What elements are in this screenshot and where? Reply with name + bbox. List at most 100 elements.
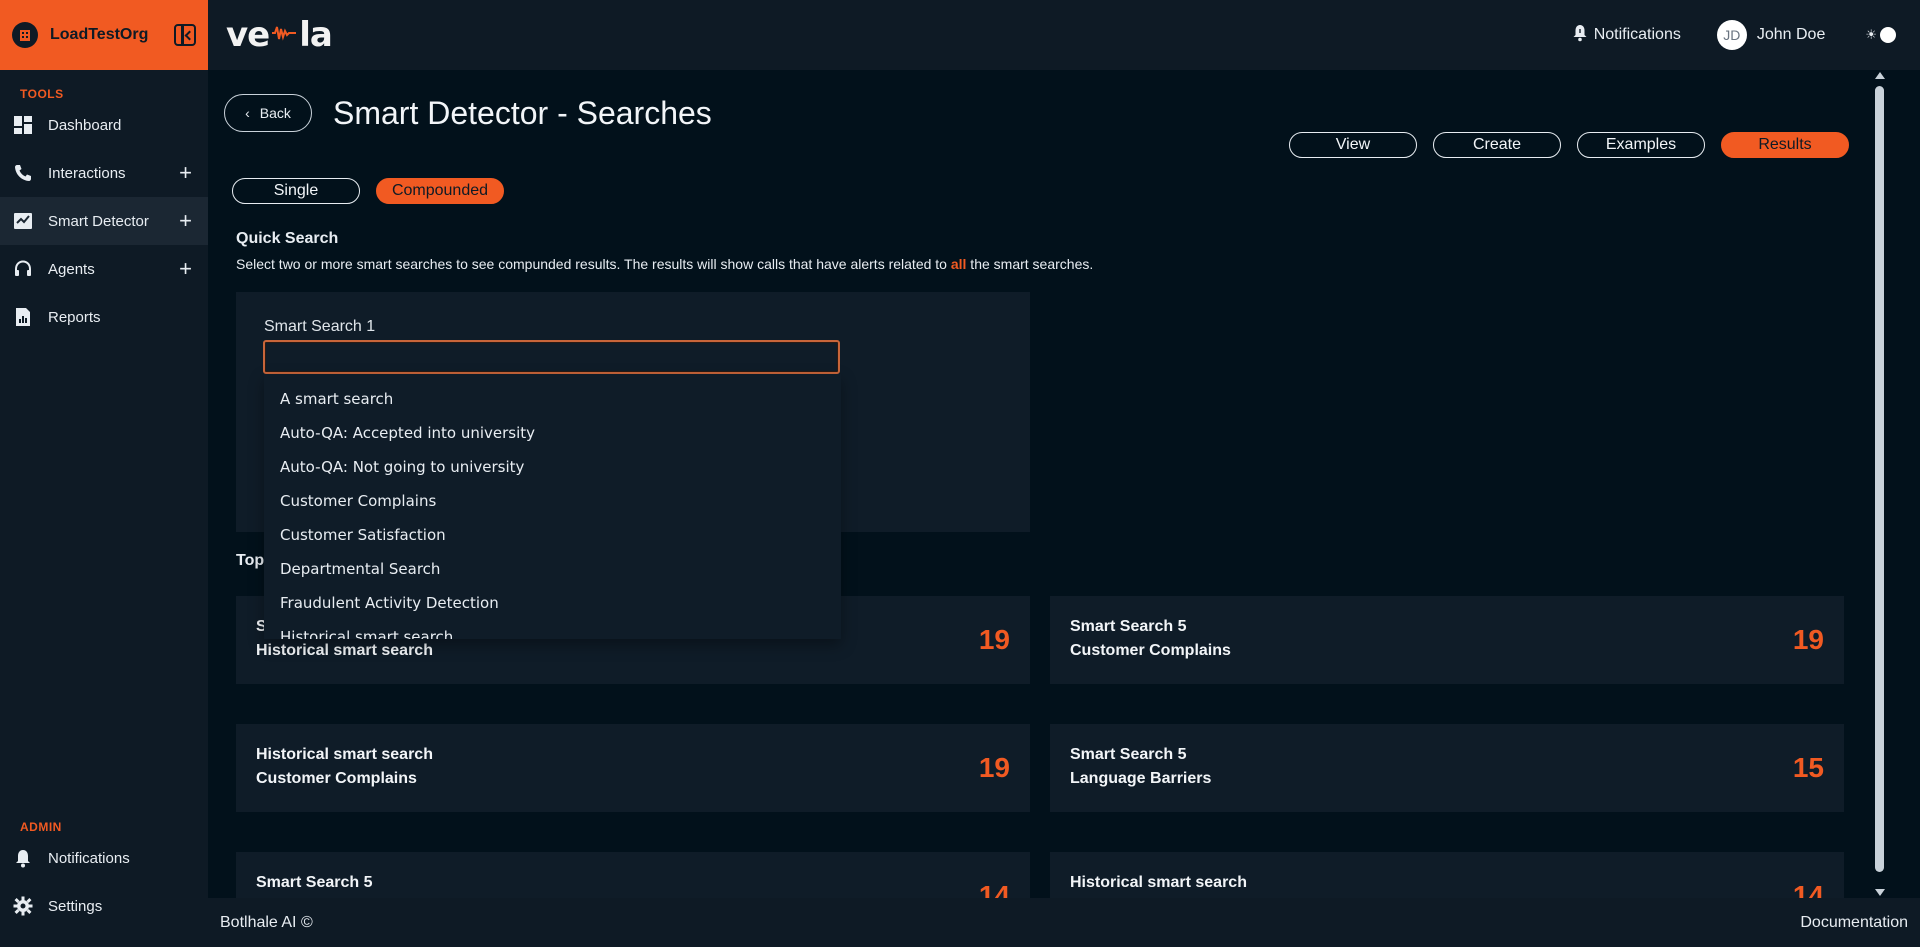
toggle-knob	[1880, 27, 1896, 43]
sidebar-item-dashboard[interactable]: Dashboard	[0, 101, 208, 149]
result-line2: Customer Complains	[1070, 642, 1231, 659]
dropdown-option[interactable]: Auto-QA: Accepted into university	[264, 416, 841, 450]
phone-icon	[12, 162, 34, 184]
result-line2: Language Barriers	[1070, 770, 1212, 787]
org-header[interactable]: LoadTestOrg	[0, 0, 208, 70]
desc-highlight: all	[950, 256, 967, 272]
smart-search-1-label: Smart Search 1	[264, 318, 376, 335]
result-count: 19	[1792, 624, 1824, 655]
dropdown-option[interactable]: A smart search	[264, 382, 841, 416]
result-count: 15	[1792, 752, 1824, 783]
back-label: Back	[259, 105, 291, 121]
result-line1: Smart Search 5	[1070, 746, 1187, 763]
scroll-up-arrow-icon[interactable]	[1875, 72, 1885, 79]
dropdown-option[interactable]: Customer Satisfaction	[264, 518, 841, 552]
collapse-sidebar-icon[interactable]	[174, 24, 196, 46]
result-count: 14	[1792, 880, 1824, 898]
bell-icon	[12, 847, 34, 869]
sidebar-item-label: Smart Detector	[48, 212, 149, 230]
result-card[interactable]: Historical smart search Customer Complai…	[236, 724, 1030, 812]
tools-section-title: TOOLS	[20, 87, 64, 101]
dropdown-option[interactable]: Departmental Search	[264, 552, 841, 586]
gear-icon	[12, 895, 34, 917]
quick-search-title: Quick Search	[236, 230, 339, 247]
theme-toggle[interactable]: ☀	[1865, 27, 1896, 43]
user-menu[interactable]: JD John Doe	[1716, 20, 1826, 50]
expand-plus-icon[interactable]: +	[179, 160, 192, 186]
building-icon	[12, 22, 38, 48]
vertical-scrollbar[interactable]	[1872, 70, 1886, 898]
tab-view[interactable]: View	[1289, 132, 1417, 158]
scroll-down-arrow-icon[interactable]	[1875, 889, 1885, 896]
mode-compounded[interactable]: Compounded	[376, 178, 504, 204]
mode-single[interactable]: Single	[232, 178, 360, 204]
page-title: Smart Detector - Searches	[333, 95, 712, 131]
result-count: 14	[978, 880, 1010, 898]
notifications-label: Notifications	[1593, 26, 1681, 43]
documentation-link[interactable]: Documentation	[1800, 914, 1908, 932]
notifications-button[interactable]: Notifications	[1572, 24, 1681, 47]
result-line2: Historical smart search	[256, 642, 433, 659]
sidebar-item-label: Agents	[48, 260, 95, 278]
result-line2: Customer Complains	[256, 770, 417, 787]
tab-examples[interactable]: Examples	[1577, 132, 1705, 158]
sidebar-item-label: Dashboard	[48, 116, 122, 134]
copyright-text: Botlhale AI ©	[220, 913, 313, 931]
sidebar-item-interactions[interactable]: Interactions +	[0, 149, 208, 197]
brand-logo[interactable]: ve la	[226, 15, 333, 55]
sidebar-item-agents[interactable]: Agents +	[0, 245, 208, 293]
result-line1: Smart Search 5	[256, 874, 373, 891]
dropdown-option[interactable]: Customer Complains	[264, 484, 841, 518]
result-line1: Historical smart search	[256, 746, 433, 763]
sidebar-item-reports[interactable]: Reports	[0, 293, 208, 341]
report-icon	[12, 306, 34, 328]
admin-section-title: ADMIN	[20, 820, 62, 834]
sidebar-item-label: Notifications	[48, 849, 130, 867]
result-card[interactable]: Smart Search 5 14	[236, 852, 1030, 898]
expand-plus-icon[interactable]: +	[179, 208, 192, 234]
desc-after: the smart searches.	[966, 256, 1094, 272]
result-card[interactable]: Historical smart search 14	[1050, 852, 1844, 898]
main-content: ‹ Back Smart Detector - Searches View Cr…	[208, 70, 1874, 898]
dropdown-option[interactable]: Auto-QA: Not going to university	[264, 450, 841, 484]
chart-check-icon	[12, 210, 34, 232]
expand-plus-icon[interactable]: +	[179, 256, 192, 282]
tab-create[interactable]: Create	[1433, 132, 1561, 158]
topbar: ve la Notifications JD John Doe ☀	[208, 0, 1920, 70]
avatar: JD	[1716, 20, 1747, 50]
sidebar: LoadTestOrg TOOLS Dashboard Interactions…	[0, 0, 208, 947]
result-line1: Smart Search 5	[1070, 618, 1187, 635]
sidebar-item-label: Reports	[48, 308, 101, 326]
headset-icon	[12, 258, 34, 280]
waveform-icon	[271, 23, 297, 48]
top-results-label: Top	[236, 552, 265, 569]
dashboard-icon	[12, 114, 34, 136]
dropdown-option[interactable]: Fraudulent Activity Detection	[264, 586, 841, 620]
result-card[interactable]: Smart Search 5 Customer Complains 19	[1050, 596, 1844, 684]
user-name: John Doe	[1756, 26, 1826, 43]
desc-before: Select two or more smart searches to see…	[236, 256, 951, 272]
result-count: 19	[978, 752, 1010, 783]
sidebar-item-notifications[interactable]: Notifications	[0, 834, 208, 882]
back-button[interactable]: ‹ Back	[224, 94, 312, 132]
org-name: LoadTestOrg	[50, 26, 149, 43]
result-card[interactable]: Smart Search 5 Language Barriers 15	[1050, 724, 1844, 812]
chevron-left-icon: ‹	[245, 105, 250, 121]
brand-text-right: la	[299, 15, 333, 55]
footer: Botlhale AI © Documentation	[208, 898, 1920, 947]
bell-icon	[1572, 24, 1588, 47]
smart-search-1-input[interactable]	[263, 340, 840, 374]
sidebar-item-settings[interactable]: Settings	[0, 882, 208, 930]
sun-icon: ☀	[1865, 27, 1877, 42]
tab-results[interactable]: Results	[1721, 132, 1849, 158]
sidebar-item-label: Interactions	[48, 164, 126, 182]
dropdown-option[interactable]: Historical smart search	[264, 620, 841, 639]
result-count: 19	[978, 624, 1010, 655]
scrollbar-thumb[interactable]	[1875, 86, 1884, 872]
brand-text-left: ve	[226, 15, 270, 55]
quick-search-description: Select two or more smart searches to see…	[236, 256, 1093, 272]
sidebar-item-label: Settings	[48, 897, 103, 915]
sidebar-item-smart-detector[interactable]: Smart Detector +	[0, 197, 208, 245]
smart-search-dropdown: A smart search Auto-QA: Accepted into un…	[264, 374, 841, 639]
result-line1: Historical smart search	[1070, 874, 1247, 891]
